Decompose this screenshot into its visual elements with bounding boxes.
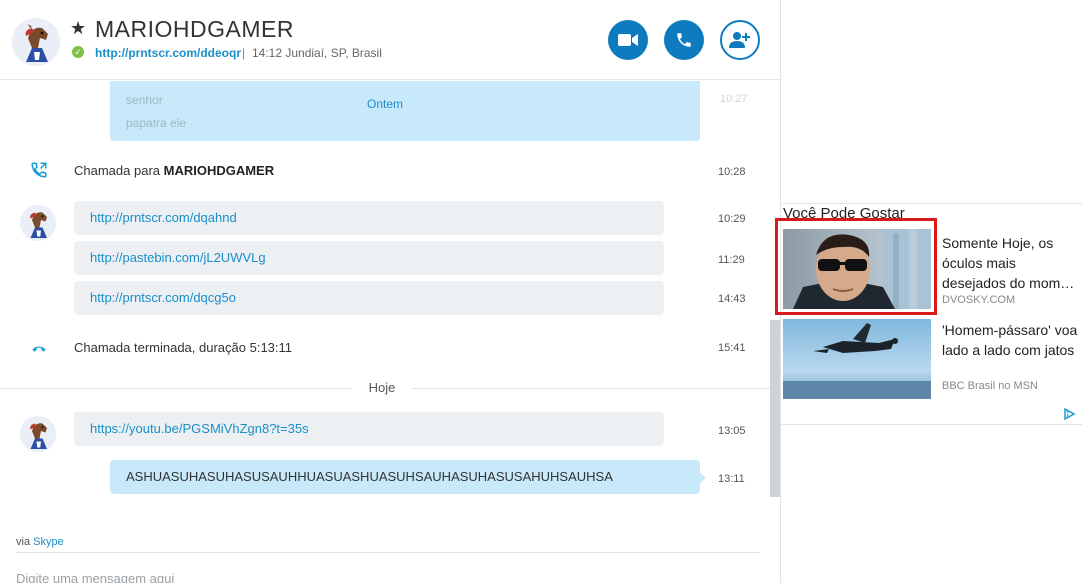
via-skype-label: via Skype [16,536,64,548]
online-status-icon: ✓ [72,46,84,58]
ad-source: BBC Brasil no MSN [942,380,1038,392]
compose-divider [16,552,760,553]
horse-avatar-icon [20,416,56,452]
chat-pane: ★ MARIOHDGAMER ✓ http://prntscr.com/ddeo… [0,0,780,583]
outgoing-message[interactable]: ASHUASUHASUHASUSAUHHUASUASHUASUHSAUHASUH… [110,460,706,494]
call-ended-icon [32,346,46,352]
sender-avatar[interactable] [20,416,56,452]
incoming-message-link[interactable]: http://prntscr.com/dqcg5o [74,281,664,315]
incoming-message-link[interactable]: http://prntscr.com/dqahnd [74,201,664,235]
via-prefix: via [16,536,34,548]
ad-image-birdman[interactable] [783,319,931,399]
video-call-button[interactable] [608,20,648,60]
day-label-today: Hoje [352,380,412,395]
message-time: 14:43 [718,293,746,305]
flying-man-image [783,319,931,399]
mood-message-link[interactable]: http://prntscr.com/ddeoqr [95,46,241,60]
call-ended-notice: Chamada terminada, duração 5:13:11 [74,340,293,355]
message-time: 11:29 [718,254,745,266]
add-participant-button[interactable] [720,20,760,60]
message-time: 15:41 [718,342,746,354]
incoming-message-link[interactable]: http://pastebin.com/jL2UWVLg [74,241,664,275]
message-time: 13:05 [718,425,746,437]
call-started-contact: MARIOHDGAMER [163,163,275,178]
message-scrollbar[interactable] [770,320,780,497]
conversation-header: ★ MARIOHDGAMER ✓ http://prntscr.com/ddeo… [0,0,780,80]
voice-call-button[interactable] [664,20,704,60]
ad-source: DVOSKY.COM [942,294,1016,306]
message-time: 13:11 [718,473,745,485]
header-separator: | [242,46,246,60]
faded-outgoing-message: senhor papatra ele [110,81,700,141]
horse-avatar-icon [20,205,56,241]
via-skype-link[interactable]: Skype [33,536,64,548]
phone-icon [677,33,691,47]
outgoing-call-icon [31,162,47,178]
ad-sidebar: Você Pode Gostar Somente Hoje, os óculos… [775,0,1082,583]
ad-item-birdman[interactable]: 'Homem-pássaro' voa lado a lado com jato… [781,319,1082,403]
contact-name[interactable]: MARIOHDGAMER [95,16,294,43]
sender-avatar[interactable] [20,205,56,241]
ad-title[interactable]: 'Homem-pássaro' voa lado a lado com jato… [942,320,1082,380]
favorite-star-icon[interactable]: ★ [70,18,86,38]
ad-panel: Você Pode Gostar Somente Hoje, os óculos… [775,203,1082,425]
contact-location: 14:12 Jundiaí, SP, Brasil [252,46,382,60]
message-input[interactable] [16,568,616,583]
video-camera-icon [618,34,638,46]
add-user-icon [729,32,750,48]
call-started-label: Chamada para [74,163,164,178]
message-time: 10:29 [718,213,746,225]
faded-message-line: papatra ele [126,116,187,130]
call-started-notice: Chamada para MARIOHDGAMER [74,163,274,178]
incoming-message-link[interactable]: https://youtu.be/PGSMiVhZgn8?t=35s [74,412,664,446]
highlight-box [775,218,937,315]
ad-choices-icon[interactable] [1062,407,1076,421]
ad-title[interactable]: Somente Hoje, os óculos mais desejados d… [942,233,1082,293]
message-time: 10:28 [718,166,746,178]
horse-avatar-icon [12,18,60,66]
message-history[interactable]: senhor papatra ele 10:27 Ontem Chamada p… [0,81,770,521]
day-label-yesterday: Ontem [366,97,403,111]
contact-avatar[interactable] [12,18,60,66]
